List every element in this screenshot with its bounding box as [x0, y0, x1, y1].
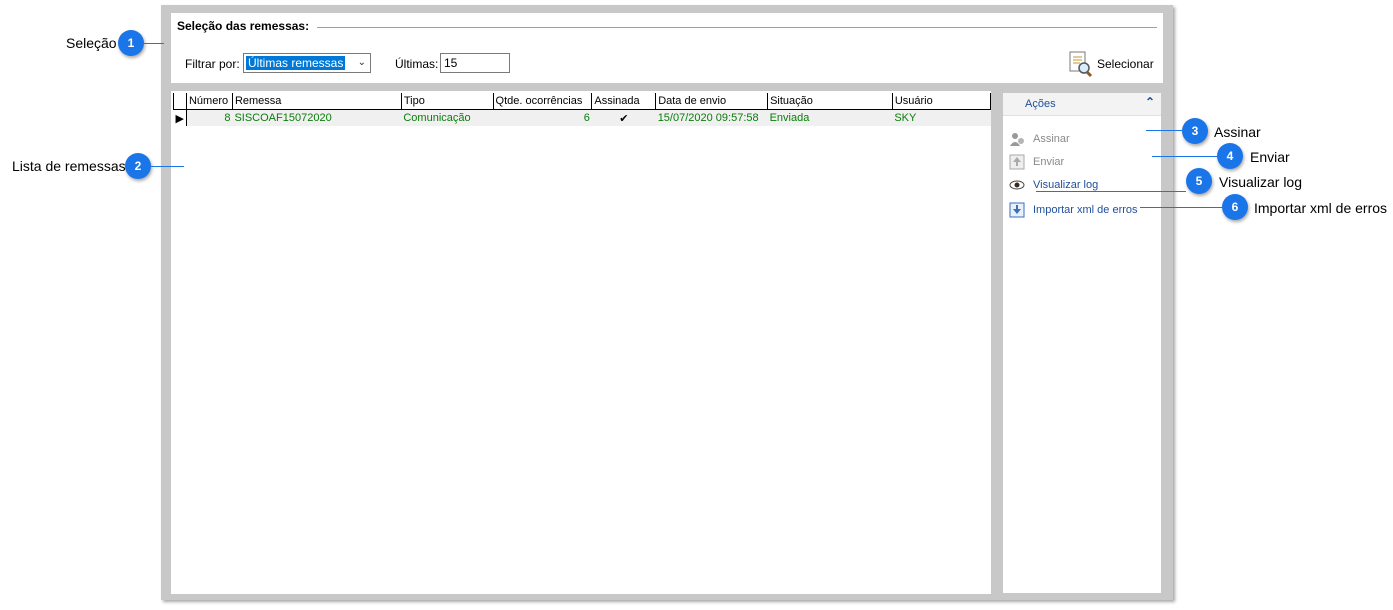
chevron-down-icon: ⌄: [357, 57, 366, 68]
column-header[interactable]: Usuário: [891, 93, 992, 110]
column-header[interactable]: Situação: [767, 93, 893, 110]
column-header[interactable]: Tipo: [400, 93, 494, 110]
actions-panel: Ações ⌃ Assinar Enviar Visualizar log Im…: [1003, 93, 1161, 593]
column-header[interactable]: Data de envio: [655, 93, 769, 110]
cell-qtde: 6: [493, 109, 592, 126]
filter-dropdown-value: Últimas remessas: [246, 56, 346, 70]
send-action[interactable]: Enviar: [1009, 154, 1064, 170]
sign-action[interactable]: Assinar: [1009, 131, 1070, 147]
selection-title: Seleção das remessas:: [177, 19, 310, 33]
select-button[interactable]: Selecionar: [1067, 48, 1157, 80]
app-window: Seleção das remessas: Filtrar por: Últim…: [161, 5, 1173, 600]
filter-label: Filtrar por:: [185, 57, 240, 71]
upload-icon: [1009, 154, 1025, 170]
chevron-up-icon[interactable]: ⌃: [1145, 95, 1155, 109]
cell-data: 15/07/2020 09:57:58: [655, 109, 768, 126]
column-header[interactable]: Assinada: [591, 93, 657, 110]
cell-situacao: Enviada: [767, 109, 893, 126]
column-header[interactable]: Qtde. ocorrências: [492, 93, 593, 110]
last-count-input[interactable]: [440, 53, 510, 73]
callout-label-selection: Seleção: [66, 35, 117, 51]
callout-label-send: Enviar: [1250, 149, 1290, 165]
select-button-label: Selecionar: [1097, 57, 1154, 71]
cell-tipo: Comunicação: [401, 109, 494, 126]
row-header-corner: [173, 93, 187, 110]
import-xml-errors-action[interactable]: Importar xml de erros: [1009, 202, 1138, 218]
send-action-label: Enviar: [1033, 156, 1065, 168]
actions-header[interactable]: Ações ⌃: [1003, 93, 1161, 116]
callout-leader-line: [144, 43, 164, 44]
callout-badge: 4: [1217, 143, 1243, 169]
callout-leader-line: [1140, 207, 1222, 208]
table-header-row: Número Remessa Tipo Qtde. ocorrências As…: [173, 93, 992, 110]
view-log-action-label: Visualizar log: [1033, 179, 1099, 191]
cell-remessa: SISCOAF15072020: [232, 109, 402, 126]
callout-label-sign: Assinar: [1214, 124, 1261, 140]
filter-dropdown[interactable]: Últimas remessas ⌄: [243, 53, 371, 73]
import-icon: [1009, 202, 1025, 218]
selection-panel: Seleção das remessas: Filtrar por: Últim…: [171, 13, 1163, 83]
callout-leader-line: [1036, 191, 1186, 192]
document-search-icon: [1067, 50, 1093, 78]
callout-label-import-xml: Importar xml de erros: [1254, 200, 1388, 216]
sign-action-label: Assinar: [1033, 133, 1070, 145]
actions-header-label: Ações: [1025, 98, 1056, 110]
title-divider: [317, 27, 1157, 28]
shipments-table: Número Remessa Tipo Qtde. ocorrências As…: [173, 93, 992, 126]
table-row[interactable]: ▶ 8 SISCOAF15072020 Comunicação 6 ✔ 15/0…: [173, 109, 991, 126]
column-header[interactable]: Remessa: [231, 93, 402, 110]
cell-usuario: SKY: [892, 109, 991, 126]
callout-label-shipment-list: Lista de remessas: [12, 158, 126, 174]
callout-badge: 6: [1222, 194, 1248, 220]
callout-badge: 3: [1182, 118, 1208, 144]
callout-leader-line: [1146, 130, 1182, 131]
import-xml-errors-action-label: Importar xml de erros: [1033, 204, 1138, 216]
signature-icon: [1009, 131, 1025, 147]
cell-numero: 8: [186, 109, 233, 126]
callout-badge: 2: [125, 153, 151, 179]
callout-leader-line: [1152, 156, 1217, 157]
shipments-grid: Número Remessa Tipo Qtde. ocorrências As…: [171, 91, 992, 594]
eye-icon: [1009, 177, 1025, 193]
callout-badge: 1: [118, 30, 144, 56]
signed-checkbox[interactable]: ✔: [591, 109, 656, 126]
column-header[interactable]: Número: [185, 93, 233, 110]
callout-leader-line: [151, 166, 184, 167]
callout-label-view-log: Visualizar log: [1219, 174, 1303, 190]
callout-badge: 5: [1186, 168, 1212, 194]
last-label: Últimas:: [395, 57, 439, 71]
row-selector-icon[interactable]: ▶: [173, 109, 187, 126]
